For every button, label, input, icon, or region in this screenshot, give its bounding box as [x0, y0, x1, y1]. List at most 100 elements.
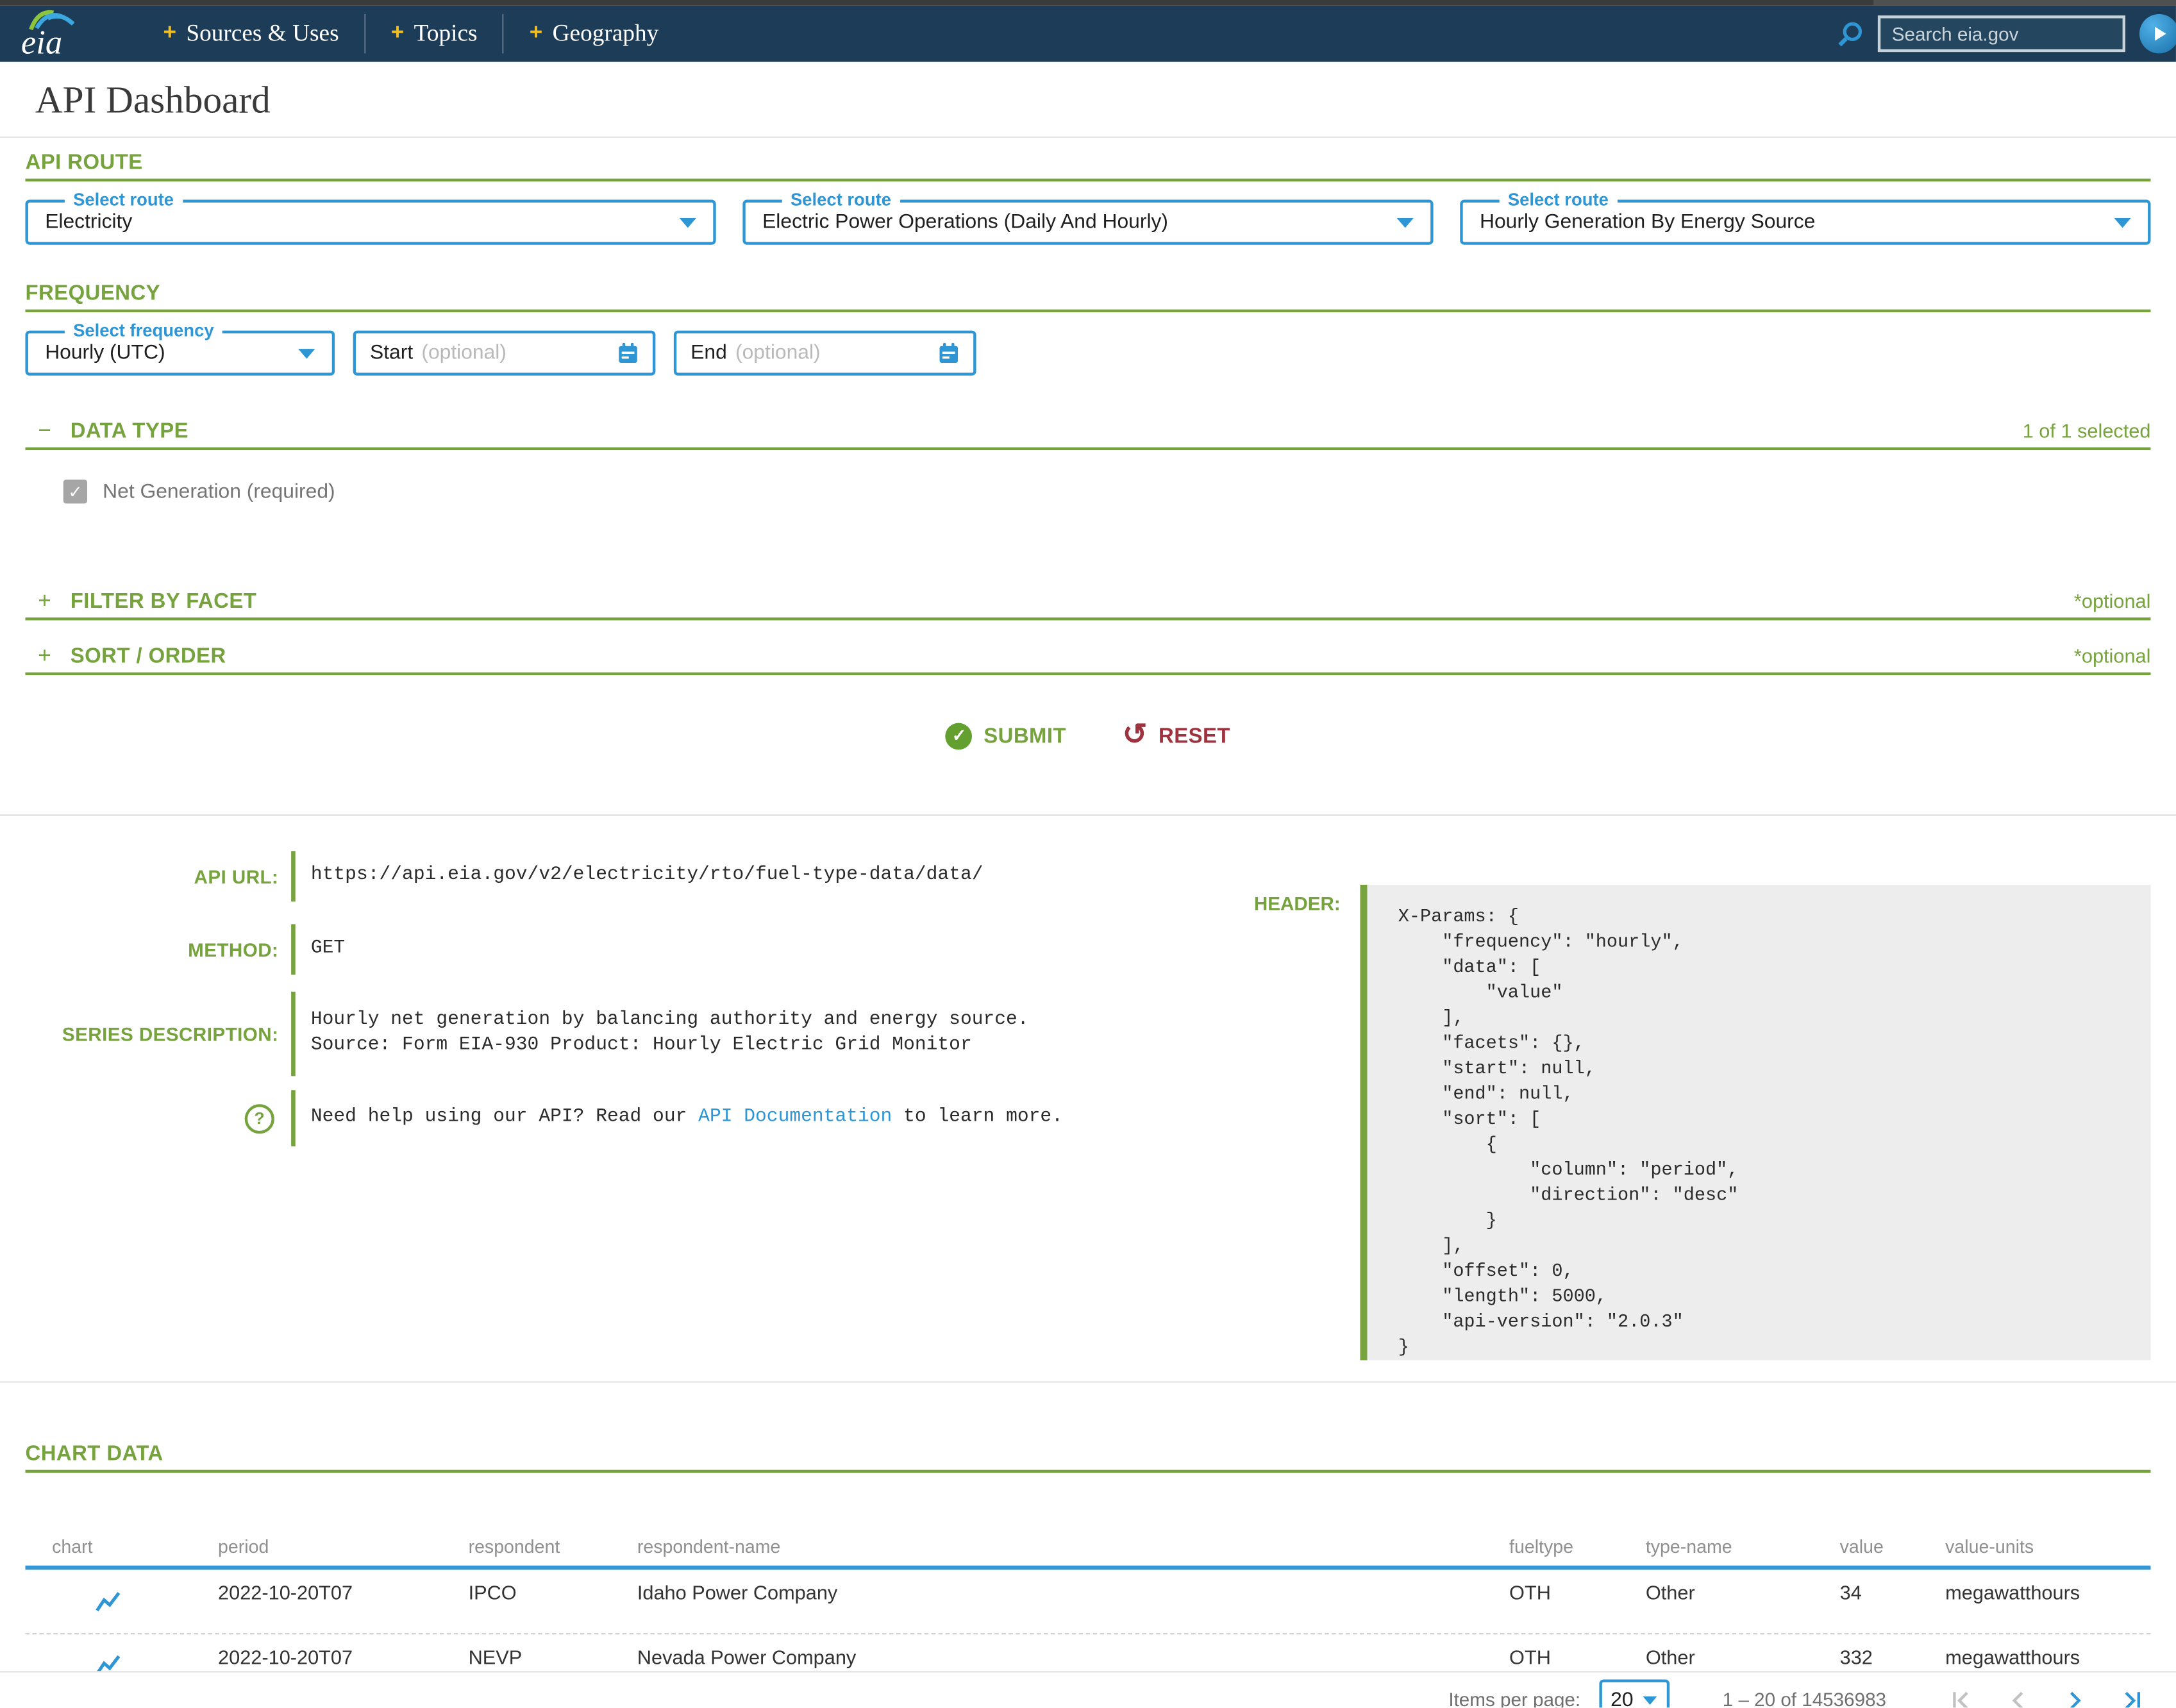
table-header-row: chart period respondent respondent-name … — [25, 1536, 2150, 1570]
cell-respondent: IPCO — [469, 1570, 637, 1633]
help-suffix: to learn more. — [892, 1107, 1063, 1128]
end-date-label: End — [690, 342, 727, 364]
expand-plus-icon[interactable]: + — [38, 646, 52, 668]
cell-value: 34 — [1840, 1570, 1946, 1633]
last-page-button[interactable] — [2120, 1689, 2142, 1708]
data-type-selected-count: 1 of 1 selected — [2023, 419, 2151, 442]
line-chart-icon[interactable] — [94, 1589, 122, 1614]
section-divider — [0, 814, 2176, 816]
frequency-select[interactable]: Select frequency Hourly (UTC) — [25, 331, 335, 376]
collapse-minus-icon[interactable]: − — [38, 421, 52, 443]
eia-logo[interactable]: eia — [20, 7, 82, 58]
top-navbar: eia + Sources & Uses + Topics + Geograph… — [0, 6, 2176, 62]
search-icon — [1837, 21, 1864, 47]
col-respondent-name: respondent-name — [637, 1536, 1509, 1557]
route-select-3[interactable]: Select route Hourly Generation By Energy… — [1460, 200, 2150, 245]
route-select-1[interactable]: Select route Electricity — [25, 200, 716, 245]
col-value-units: value-units — [1945, 1536, 2150, 1557]
frequency-heading: FREQUENCY — [25, 283, 160, 305]
eia-api-dashboard-page: eia + Sources & Uses + Topics + Geograph… — [0, 0, 2176, 1707]
green-bar — [291, 992, 296, 1076]
nav-item-label: Sources & Uses — [186, 20, 339, 48]
calendar-icon[interactable] — [938, 342, 959, 364]
filter-facet-section-header: + FILTER BY FACET *optional — [25, 589, 2150, 620]
cell-value-units: megawatthours — [1945, 1570, 2150, 1633]
plus-icon: + — [391, 22, 404, 45]
green-bar — [291, 851, 296, 901]
svg-text:eia: eia — [21, 24, 62, 58]
route-select-1-label: Select route — [65, 190, 182, 210]
page-size-select[interactable]: 20 — [1599, 1679, 1670, 1707]
title-divider — [0, 137, 2176, 138]
question-circle-icon: ? — [245, 1103, 274, 1133]
api-route-selects: Select route Electricity Select route El… — [25, 200, 2150, 245]
previous-page-button[interactable] — [2007, 1689, 2030, 1708]
route-select-2-value: Electric Power Operations (Daily And Hou… — [762, 211, 1168, 233]
route-select-3-value: Hourly Generation By Energy Source — [1480, 211, 1815, 233]
net-generation-checkbox-row: Net Generation (required) — [63, 480, 2151, 503]
series-description-line2: Source: Form EIA-930 Product: Hourly Ele… — [311, 1034, 1029, 1059]
api-route-heading: API ROUTE — [25, 152, 142, 174]
net-generation-checkbox-label: Net Generation (required) — [103, 480, 335, 503]
first-page-button[interactable] — [1951, 1689, 1973, 1708]
end-date-placeholder: (optional) — [735, 342, 821, 364]
end-date-field[interactable]: End (optional) — [674, 331, 976, 376]
frequency-select-label: Select frequency — [65, 321, 222, 340]
nav-menu: + Sources & Uses + Topics + Geography — [163, 14, 683, 53]
nav-item-geography[interactable]: + Geography — [504, 20, 684, 48]
col-chart: chart — [25, 1536, 218, 1557]
api-details: API URL: https://api.eia.gov/v2/electric… — [25, 851, 2150, 1381]
last-page-icon — [2120, 1689, 2142, 1708]
nav-item-topics[interactable]: + Topics — [365, 20, 503, 48]
chart-data-heading: CHART DATA — [25, 1443, 163, 1466]
col-type-name: type-name — [1646, 1536, 1840, 1557]
plus-icon: + — [163, 22, 176, 45]
window-top-strip — [0, 0, 2176, 6]
next-page-button[interactable] — [2063, 1689, 2086, 1708]
col-value: value — [1840, 1536, 1946, 1557]
items-per-page-label: Items per page: — [1448, 1689, 1580, 1708]
previous-page-icon — [2007, 1689, 2030, 1708]
section-divider — [0, 1381, 2176, 1382]
calendar-icon[interactable] — [617, 342, 639, 364]
form-actions: SUBMIT ↺ RESET — [25, 721, 2150, 749]
col-period: period — [218, 1536, 469, 1557]
route-select-2[interactable]: Select route Electric Power Operations (… — [742, 200, 1433, 245]
nav-item-label: Topics — [414, 20, 478, 48]
first-page-icon — [1951, 1689, 1973, 1708]
submit-button[interactable]: SUBMIT — [946, 723, 1066, 749]
expand-plus-icon[interactable]: + — [38, 590, 52, 613]
start-date-field[interactable]: Start (optional) — [353, 331, 656, 376]
reset-button[interactable]: ↺ RESET — [1123, 723, 1230, 748]
check-circle-icon — [946, 723, 973, 749]
chevron-down-icon — [2114, 217, 2130, 227]
frequency-fields: Select frequency Hourly (UTC) Start (opt… — [25, 331, 2150, 376]
filter-facet-heading: FILTER BY FACET — [71, 590, 257, 613]
net-generation-checkbox[interactable] — [63, 480, 87, 503]
start-date-label: Start — [370, 342, 413, 364]
search-input[interactable] — [1878, 15, 2125, 52]
table-paginator: Items per page: 20 1 – 20 of 14536983 — [0, 1671, 2176, 1707]
search-go-button[interactable] — [2139, 14, 2176, 53]
page-title: API Dashboard — [35, 79, 2176, 121]
header-label: HEADER: — [1010, 893, 1341, 914]
cell-period: 2022-10-20T07 — [218, 1570, 469, 1633]
submit-button-label: SUBMIT — [983, 724, 1066, 748]
page-size-value: 20 — [1611, 1689, 1633, 1708]
eia-logo-icon: eia — [20, 7, 82, 58]
series-description-label: SERIES DESCRIPTION: — [25, 992, 278, 1076]
route-select-1-value: Electricity — [45, 211, 132, 233]
frequency-select-value: Hourly (UTC) — [45, 342, 165, 364]
method-label: METHOD: — [25, 924, 278, 975]
method-value: GET — [311, 937, 345, 962]
api-url-label: API URL: — [25, 851, 278, 901]
cell-fueltype: OTH — [1509, 1570, 1646, 1633]
data-type-heading: DATA TYPE — [71, 421, 188, 443]
nav-item-sources-uses[interactable]: + Sources & Uses — [163, 20, 364, 48]
cell-respondent-name: Idaho Power Company — [637, 1570, 1509, 1633]
api-documentation-link[interactable]: API Documentation — [698, 1107, 892, 1128]
next-page-icon — [2063, 1689, 2086, 1708]
col-fueltype: fueltype — [1509, 1536, 1646, 1557]
start-date-placeholder: (optional) — [421, 342, 506, 364]
chevron-down-icon — [298, 348, 315, 358]
